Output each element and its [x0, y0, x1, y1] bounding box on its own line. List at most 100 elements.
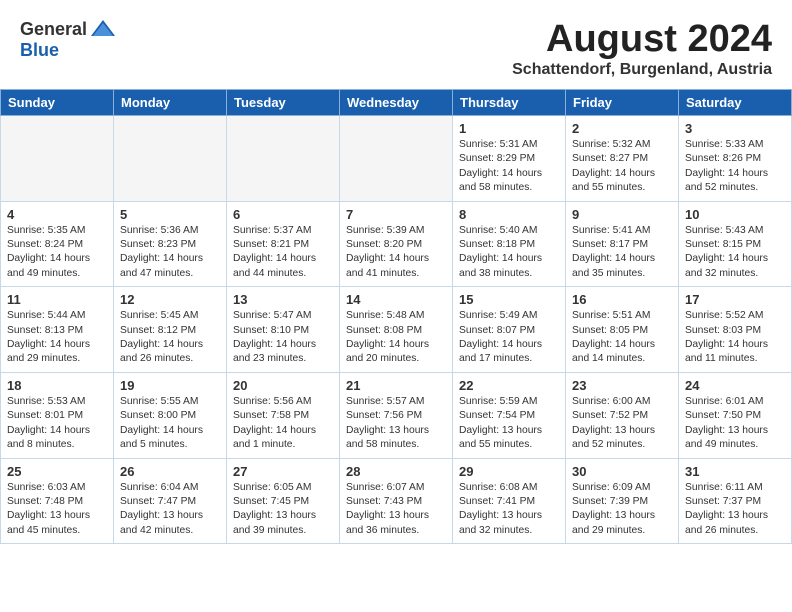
day-number: 1 [459, 121, 559, 136]
table-row: 19 Sunrise: 5:55 AM Sunset: 8:00 PM Dayli… [114, 372, 227, 458]
day-number: 14 [346, 292, 446, 307]
table-row: 24 Sunrise: 6:01 AM Sunset: 7:50 PM Dayli… [679, 372, 792, 458]
day-number: 18 [7, 378, 107, 393]
day-number: 4 [7, 207, 107, 222]
day-content: Sunrise: 5:59 AM Sunset: 7:54 PM Dayligh… [459, 395, 559, 453]
day-number: 28 [346, 464, 446, 479]
day-number: 17 [685, 292, 785, 307]
day-content: Sunrise: 5:51 AM Sunset: 8:05 PM Dayligh… [572, 309, 672, 367]
day-number: 6 [233, 207, 333, 222]
table-row: 15 Sunrise: 5:49 AM Sunset: 8:07 PM Dayli… [453, 287, 566, 373]
table-row: 10 Sunrise: 5:43 AM Sunset: 8:15 PM Dayli… [679, 201, 792, 287]
table-row: 16 Sunrise: 5:51 AM Sunset: 8:05 PM Dayli… [566, 287, 679, 373]
calendar-table: Sunday Monday Tuesday Wednesday Thursday… [0, 89, 792, 544]
day-number: 27 [233, 464, 333, 479]
day-content: Sunrise: 5:39 AM Sunset: 8:20 PM Dayligh… [346, 224, 446, 282]
day-content: Sunrise: 5:36 AM Sunset: 8:23 PM Dayligh… [120, 224, 220, 282]
calendar-week-row: 11 Sunrise: 5:44 AM Sunset: 8:13 PM Dayli… [1, 287, 792, 373]
col-tuesday: Tuesday [227, 90, 340, 116]
day-content: Sunrise: 6:09 AM Sunset: 7:39 PM Dayligh… [572, 481, 672, 539]
day-number: 26 [120, 464, 220, 479]
logo-general-text: General [20, 19, 87, 40]
col-friday: Friday [566, 90, 679, 116]
day-content: Sunrise: 6:04 AM Sunset: 7:47 PM Dayligh… [120, 481, 220, 539]
day-content: Sunrise: 5:57 AM Sunset: 7:56 PM Dayligh… [346, 395, 446, 453]
table-row: 26 Sunrise: 6:04 AM Sunset: 7:47 PM Dayli… [114, 458, 227, 544]
table-row: 8 Sunrise: 5:40 AM Sunset: 8:18 PM Daylig… [453, 201, 566, 287]
day-content: Sunrise: 5:45 AM Sunset: 8:12 PM Dayligh… [120, 309, 220, 367]
table-row: 28 Sunrise: 6:07 AM Sunset: 7:43 PM Dayli… [340, 458, 453, 544]
table-row: 13 Sunrise: 5:47 AM Sunset: 8:10 PM Dayli… [227, 287, 340, 373]
day-number: 12 [120, 292, 220, 307]
day-number: 29 [459, 464, 559, 479]
col-wednesday: Wednesday [340, 90, 453, 116]
table-row: 29Sunrise: 6:08 AM Sunset: 7:41 PM Dayli… [453, 458, 566, 544]
day-content: Sunrise: 5:49 AM Sunset: 8:07 PM Dayligh… [459, 309, 559, 367]
month-year-title: August 2024 [512, 18, 772, 61]
table-row: 11 Sunrise: 5:44 AM Sunset: 8:13 PM Dayli… [1, 287, 114, 373]
day-number: 5 [120, 207, 220, 222]
page-container: General Blue August 2024 Schattendorf, B… [0, 0, 792, 544]
day-number: 25 [7, 464, 107, 479]
day-content: Sunrise: 6:07 AM Sunset: 7:43 PM Dayligh… [346, 481, 446, 539]
day-number: 21 [346, 378, 446, 393]
day-content: Sunrise: 5:55 AM Sunset: 8:00 PM Dayligh… [120, 395, 220, 453]
day-number: 11 [7, 292, 107, 307]
col-saturday: Saturday [679, 90, 792, 116]
day-content: Sunrise: 6:05 AM Sunset: 7:45 PM Dayligh… [233, 481, 333, 539]
table-row: 1 Sunrise: 5:31 AM Sunset: 8:29 PM Daylig… [453, 116, 566, 202]
day-number: 16 [572, 292, 672, 307]
col-sunday: Sunday [1, 90, 114, 116]
day-number: 8 [459, 207, 559, 222]
day-number: 20 [233, 378, 333, 393]
day-number: 3 [685, 121, 785, 136]
col-thursday: Thursday [453, 90, 566, 116]
day-number: 22 [459, 378, 559, 393]
header: General Blue August 2024 Schattendorf, B… [0, 0, 792, 89]
table-row: 17 Sunrise: 5:52 AM Sunset: 8:03 PM Dayli… [679, 287, 792, 373]
day-content: Sunrise: 5:43 AM Sunset: 8:15 PM Dayligh… [685, 224, 785, 282]
table-row: 30 Sunrise: 6:09 AM Sunset: 7:39 PM Dayli… [566, 458, 679, 544]
title-block: August 2024 Schattendorf, Burgenland, Au… [512, 18, 772, 79]
table-row: 14 Sunrise: 5:48 AM Sunset: 8:08 PM Dayli… [340, 287, 453, 373]
day-content: Sunrise: 6:03 AM Sunset: 7:48 PM Dayligh… [7, 481, 107, 539]
table-row: 12 Sunrise: 5:45 AM Sunset: 8:12 PM Dayli… [114, 287, 227, 373]
day-content: Sunrise: 5:37 AM Sunset: 8:21 PM Dayligh… [233, 224, 333, 282]
day-number: 19 [120, 378, 220, 393]
table-row: 20Sunrise: 5:56 AM Sunset: 7:58 PM Dayli… [227, 372, 340, 458]
table-row: 7 Sunrise: 5:39 AM Sunset: 8:20 PM Daylig… [340, 201, 453, 287]
table-row [114, 116, 227, 202]
day-content: Sunrise: 5:47 AM Sunset: 8:10 PM Dayligh… [233, 309, 333, 367]
day-content: Sunrise: 5:44 AM Sunset: 8:13 PM Dayligh… [7, 309, 107, 367]
table-row: 3Sunrise: 5:33 AM Sunset: 8:26 PM Daylig… [679, 116, 792, 202]
col-monday: Monday [114, 90, 227, 116]
day-content: Sunrise: 5:52 AM Sunset: 8:03 PM Dayligh… [685, 309, 785, 367]
day-content: Sunrise: 5:41 AM Sunset: 8:17 PM Dayligh… [572, 224, 672, 282]
table-row: 22 Sunrise: 5:59 AM Sunset: 7:54 PM Dayli… [453, 372, 566, 458]
day-number: 13 [233, 292, 333, 307]
day-content: Sunrise: 6:00 AM Sunset: 7:52 PM Dayligh… [572, 395, 672, 453]
day-content: Sunrise: 5:40 AM Sunset: 8:18 PM Dayligh… [459, 224, 559, 282]
day-number: 2 [572, 121, 672, 136]
calendar-week-row: 18 Sunrise: 5:53 AM Sunset: 8:01 PM Dayli… [1, 372, 792, 458]
day-number: 31 [685, 464, 785, 479]
logo: General Blue [20, 18, 117, 61]
day-content: Sunrise: 6:01 AM Sunset: 7:50 PM Dayligh… [685, 395, 785, 453]
table-row: 21 Sunrise: 5:57 AM Sunset: 7:56 PM Dayli… [340, 372, 453, 458]
table-row [227, 116, 340, 202]
day-number: 23 [572, 378, 672, 393]
day-content: Sunrise: 5:31 AM Sunset: 8:29 PM Dayligh… [459, 138, 559, 196]
day-number: 15 [459, 292, 559, 307]
day-number: 7 [346, 207, 446, 222]
day-number: 10 [685, 207, 785, 222]
table-row: 9Sunrise: 5:41 AM Sunset: 8:17 PM Daylig… [566, 201, 679, 287]
day-number: 30 [572, 464, 672, 479]
table-row: 6 Sunrise: 5:37 AM Sunset: 8:21 PM Daylig… [227, 201, 340, 287]
table-row: 4Sunrise: 5:35 AM Sunset: 8:24 PM Daylig… [1, 201, 114, 287]
day-content: Sunrise: 5:53 AM Sunset: 8:01 PM Dayligh… [7, 395, 107, 453]
day-content: Sunrise: 5:48 AM Sunset: 8:08 PM Dayligh… [346, 309, 446, 367]
table-row: 23 Sunrise: 6:00 AM Sunset: 7:52 PM Dayli… [566, 372, 679, 458]
day-number: 24 [685, 378, 785, 393]
calendar-header-row: Sunday Monday Tuesday Wednesday Thursday… [1, 90, 792, 116]
table-row: 2Sunrise: 5:32 AM Sunset: 8:27 PM Daylig… [566, 116, 679, 202]
